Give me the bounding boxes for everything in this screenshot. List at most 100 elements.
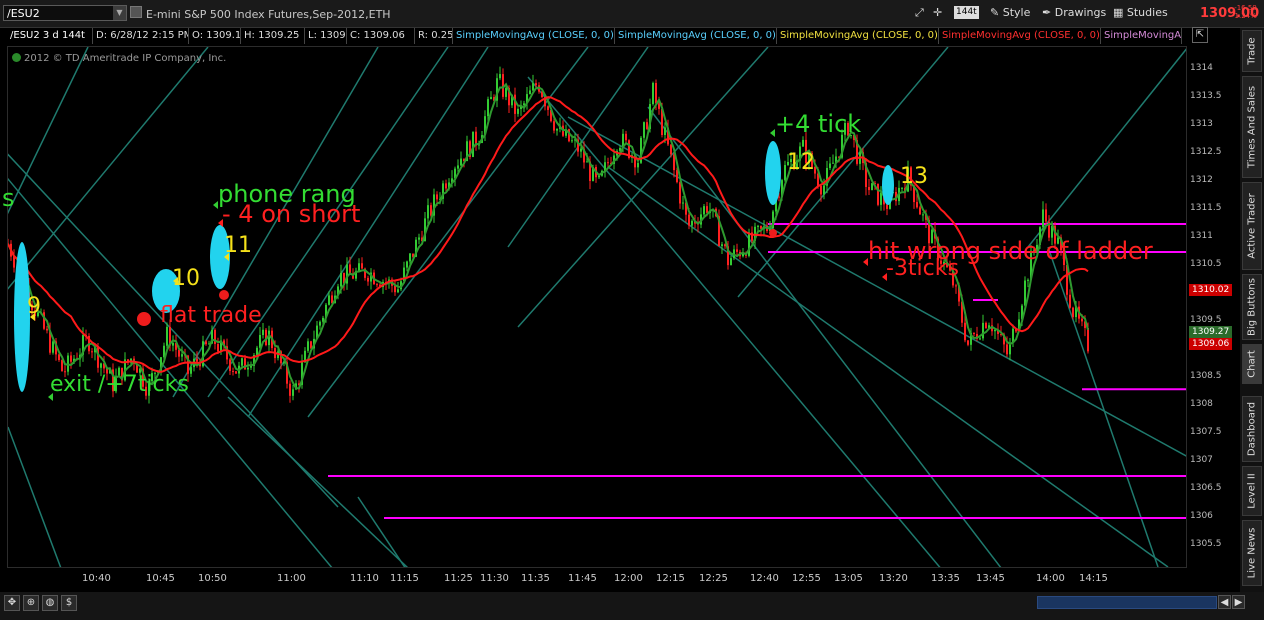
candle-body: [982, 322, 984, 339]
candle-body: [637, 162, 639, 168]
drawings-button[interactable]: ✒ Drawings: [1042, 5, 1106, 21]
study-sma-1[interactable]: SimpleMovingAvg (CLOSE, 0, 0): [453, 28, 615, 44]
trend-line: [1027, 48, 1186, 248]
candle-body: [97, 346, 99, 368]
candle-body: [655, 82, 657, 104]
candle-body: [580, 148, 582, 152]
drawing-tool-icon[interactable]: ⤢: [915, 5, 924, 21]
candle-body: [1024, 280, 1026, 306]
candle-body: [241, 358, 243, 366]
candle-body: [625, 133, 627, 141]
symbol-selector[interactable]: /ESU2 ▼: [3, 5, 127, 21]
price-change: -16.50 -1.24%: [1232, 4, 1257, 20]
tab-level-ii[interactable]: Level II: [1242, 466, 1262, 516]
candle-body: [472, 131, 474, 157]
price-tick: 1305.5: [1190, 539, 1222, 549]
magnifier-icon[interactable]: ◍: [42, 595, 58, 611]
bar-close: C: 1309.06: [347, 28, 415, 44]
expand-icon[interactable]: ⇱: [1192, 27, 1208, 43]
symbol-period: /ESU2 3 d 144t: [7, 28, 93, 44]
side-tabs: Trade Times And Sales Active Trader Big …: [1240, 28, 1264, 592]
candle-body: [205, 341, 207, 345]
candle-body: [679, 182, 681, 204]
tab-times-and-sales[interactable]: Times And Sales: [1242, 76, 1262, 178]
tab-live-news[interactable]: Live News: [1242, 520, 1262, 586]
annotation-10: 10: [172, 266, 200, 291]
price-tick: 1312: [1190, 175, 1213, 185]
candle-body: [985, 322, 987, 328]
candle-body: [832, 162, 834, 164]
study-sma-5[interactable]: SimpleMovingAvg...: [1101, 28, 1182, 44]
scroll-right-icon[interactable]: ▶: [1232, 595, 1245, 609]
candle-body: [922, 214, 924, 216]
time-tick: 11:00: [277, 573, 306, 584]
dollar-icon[interactable]: $: [61, 595, 77, 611]
candle-body: [643, 122, 645, 138]
candle-body: [61, 360, 63, 372]
candle-body: [70, 355, 72, 362]
candle-body: [964, 322, 966, 341]
candle-body: [877, 183, 879, 205]
study-sma-2[interactable]: SimpleMovingAvg (CLOSE, 0, 0): [615, 28, 777, 44]
aggregation-badge[interactable]: 144t: [954, 6, 979, 19]
candle-body: [358, 263, 360, 271]
style-button[interactable]: ✎ Style: [990, 5, 1030, 21]
candle-body: [1042, 209, 1044, 228]
bar-datetime: D: 6/28/12 2:15 PM: [93, 28, 189, 44]
tab-dashboard[interactable]: Dashboard: [1242, 396, 1262, 462]
time-tick: 10:45: [146, 573, 175, 584]
status-icon: [12, 53, 21, 62]
candle-body: [919, 207, 921, 215]
candle-body: [91, 351, 93, 353]
chevron-down-icon[interactable]: ▼: [113, 6, 126, 20]
chart-scrollbar[interactable]: [1037, 596, 1217, 609]
candle-body: [229, 359, 231, 371]
candle-body: [349, 264, 351, 274]
candle-body: [670, 144, 672, 155]
zoom-icon[interactable]: ⊕: [23, 595, 39, 611]
candle-body: [757, 225, 759, 227]
candle-body: [955, 285, 957, 287]
candle-body: [181, 354, 183, 357]
candle-body: [190, 367, 192, 374]
last-price-label: 1309.06: [1189, 338, 1233, 350]
candle-body: [232, 370, 234, 372]
candle-body: [886, 204, 888, 209]
time-tick: 12:55: [792, 573, 821, 584]
candle-body: [247, 367, 249, 370]
time-tick: 12:40: [750, 573, 779, 584]
instrument-title: E-mini S&P 500 Index Futures,Sep-2012,ET…: [146, 8, 391, 21]
studies-button[interactable]: ▦ Studies: [1113, 5, 1168, 21]
price-tick: 1307: [1190, 455, 1213, 465]
candle-body: [784, 165, 786, 181]
candle-body: [529, 90, 531, 95]
candle-body: [331, 295, 333, 303]
trend-line: [8, 47, 209, 290]
study-sma-3[interactable]: SimpleMovingAvg (CLOSE, 0, 0): [777, 28, 939, 44]
candle-body: [703, 206, 705, 215]
tab-chart[interactable]: Chart: [1242, 344, 1262, 384]
bar-low: L: 1309: [305, 28, 347, 44]
candle-body: [736, 249, 738, 252]
candle-body: [100, 363, 102, 368]
tab-big-buttons[interactable]: Big Buttons: [1242, 274, 1262, 340]
time-tick: 13:20: [879, 573, 908, 584]
annotation-plus4: +4 tick: [775, 110, 862, 138]
scroll-left-icon[interactable]: ◀: [1218, 595, 1231, 609]
tab-active-trader[interactable]: Active Trader: [1242, 182, 1262, 270]
annotation-flat-trade: flat trade: [160, 303, 262, 328]
study-sma-4[interactable]: SimpleMovingAvg (CLOSE, 0, 0): [939, 28, 1101, 44]
top-toolbar: /ESU2 ▼ E-mini S&P 500 Index Futures,Sep…: [0, 0, 1264, 28]
candle-body: [1045, 209, 1047, 222]
pan-icon[interactable]: ✥: [4, 595, 20, 611]
candle-body: [406, 261, 408, 268]
candle-body: [58, 354, 60, 361]
tab-trade[interactable]: Trade: [1242, 30, 1262, 72]
time-axis[interactable]: 10:40 10:45 10:50 11:00 11:10 11:15 11:25 11:30…: [7, 568, 1187, 592]
annotation-exit: exit /+7ticks: [50, 372, 189, 397]
candle-body: [394, 285, 396, 293]
price-axis[interactable]: 1314 1313.5 1313 1312.5 1312 1311.5 1311 1310.5…: [1187, 46, 1239, 568]
crosshair-icon[interactable]: ✛: [933, 5, 942, 21]
price-tick: 1311.5: [1190, 203, 1222, 213]
candle-body: [973, 332, 975, 335]
